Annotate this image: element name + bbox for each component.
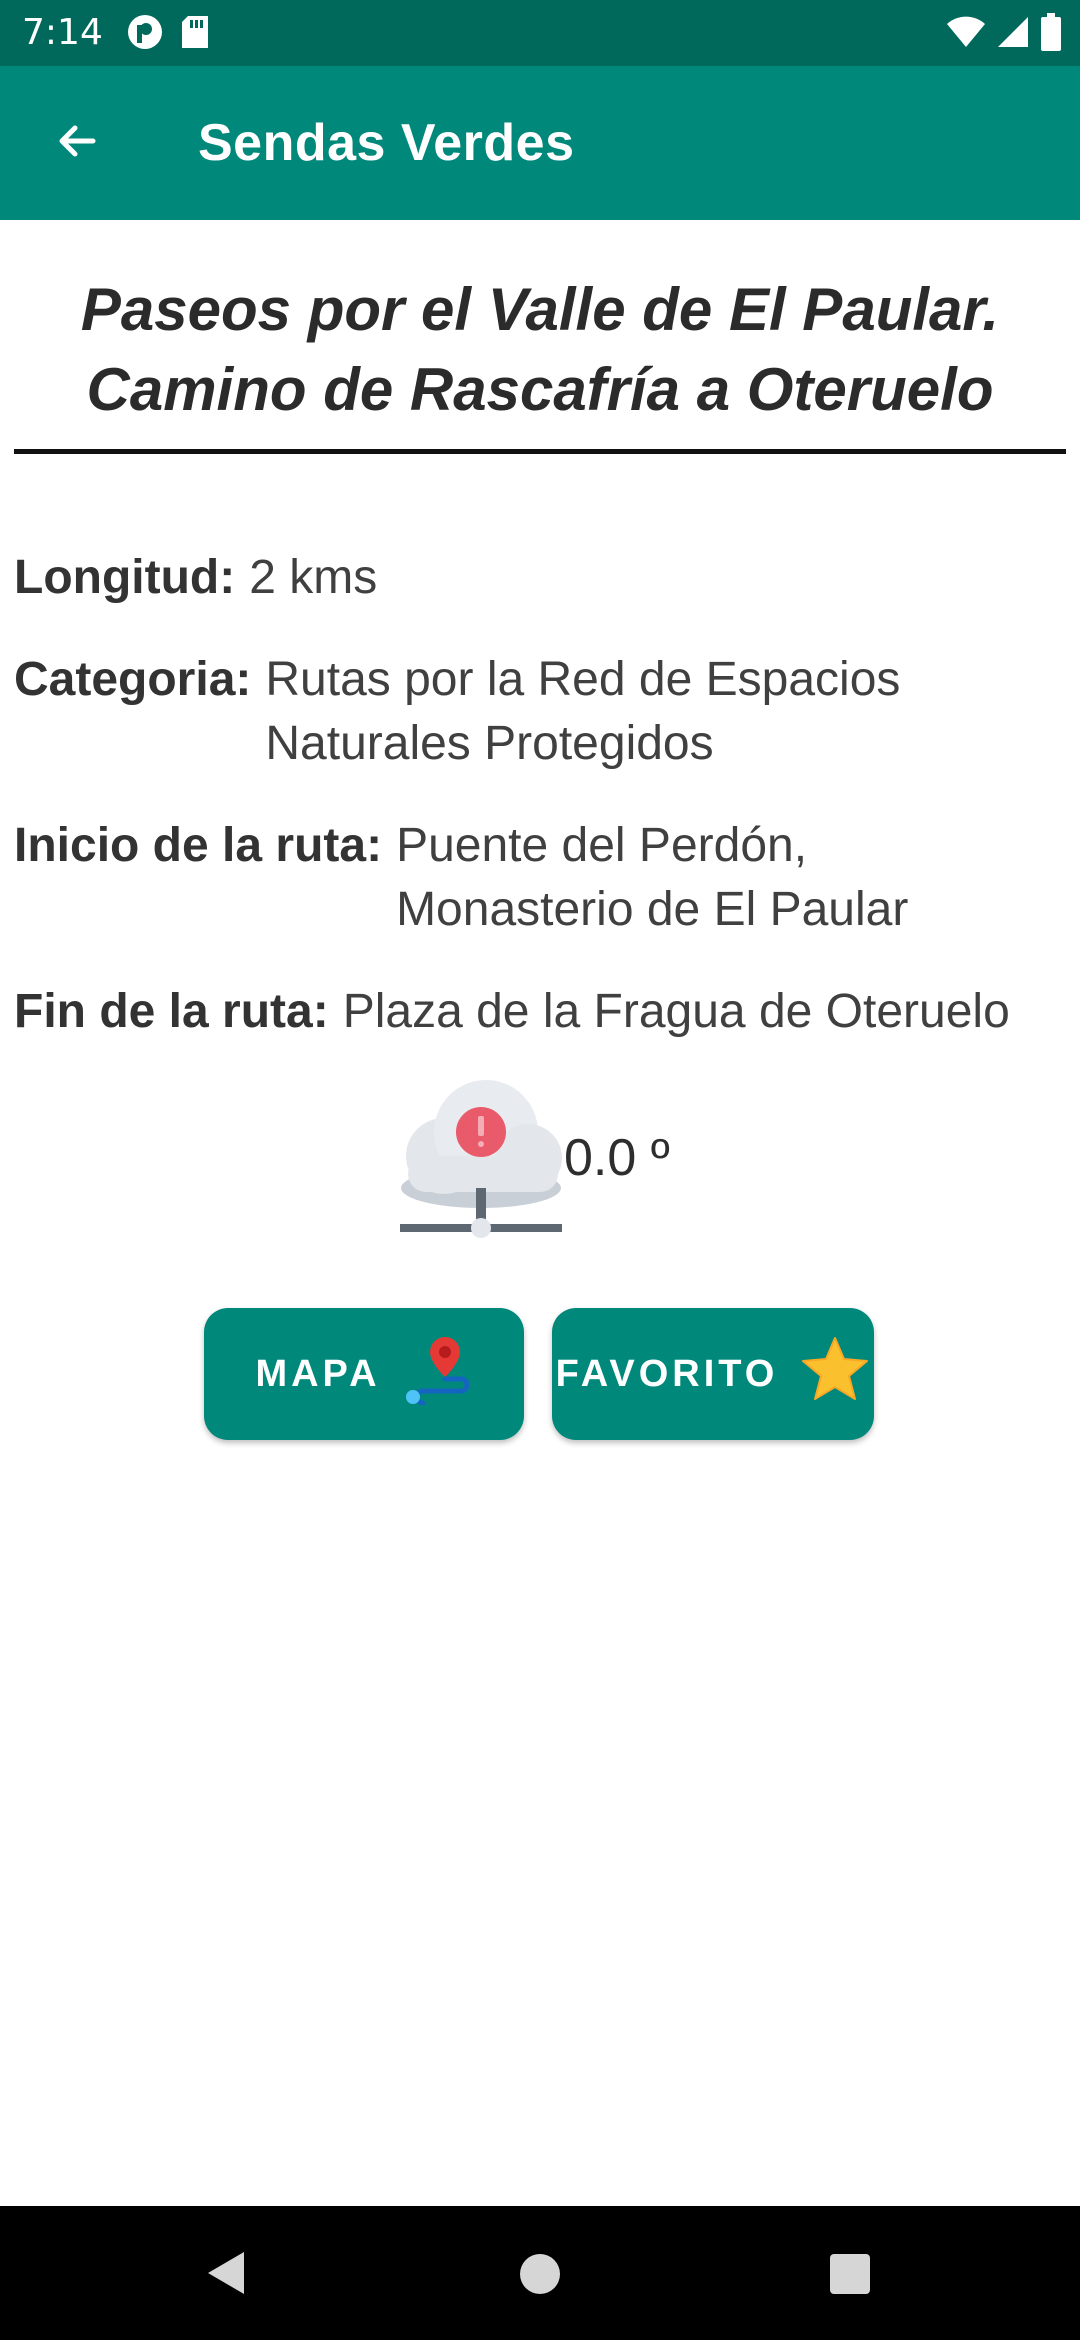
detail-inicio: Inicio de la ruta: Puente del Perdón, Mo… bbox=[14, 814, 1054, 942]
battery-icon bbox=[1040, 12, 1062, 56]
navigation-bar bbox=[0, 2206, 1080, 2340]
map-route-pin-icon bbox=[403, 1333, 473, 1415]
fin-value: Plaza de la Fragua de Oteruelo bbox=[342, 985, 1010, 1038]
wifi-icon bbox=[946, 15, 986, 54]
status-time: 7:14 bbox=[22, 12, 103, 53]
arrow-left-icon bbox=[53, 117, 101, 170]
detail-longitud: Longitud: 2 kms bbox=[14, 546, 1054, 610]
back-button[interactable] bbox=[40, 106, 114, 180]
app-notification-icon bbox=[126, 13, 164, 56]
detail-fin: Fin de la ruta: Plaza de la Fragua de Ot… bbox=[14, 980, 1054, 1044]
temperature-value: 0.0 º bbox=[564, 1129, 670, 1187]
cloud-error-icon bbox=[398, 1070, 564, 1240]
categoria-value: Rutas por la Red de Espacios Naturales P… bbox=[265, 653, 901, 770]
route-title-line-1: Paseos por el Valle de El Paular. bbox=[80, 276, 1000, 343]
mapa-button[interactable]: MAPA bbox=[204, 1308, 524, 1440]
status-right-icons bbox=[946, 12, 1062, 56]
app-bar: Sendas Verdes bbox=[0, 66, 1080, 220]
sd-card-icon bbox=[180, 14, 210, 55]
status-bar: 7:14 bbox=[0, 0, 1080, 66]
detail-categoria: Categoria: Rutas por la Red de Espacios … bbox=[14, 648, 1054, 776]
favorito-button-label: FAVORITO bbox=[555, 1352, 779, 1395]
categoria-label: Categoria: bbox=[14, 653, 252, 706]
nav-home-button[interactable] bbox=[520, 2254, 560, 2294]
nav-recents-button[interactable] bbox=[830, 2254, 870, 2294]
mapa-button-label: MAPA bbox=[255, 1352, 381, 1395]
route-title-line-2: Camino de Rascafría a Oteruelo bbox=[86, 356, 994, 423]
favorito-button[interactable]: FAVORITO bbox=[552, 1308, 874, 1440]
cell-signal-icon bbox=[996, 15, 1030, 54]
longitud-label: Longitud: bbox=[14, 551, 236, 604]
inicio-value: Puente del Perdón, Monasterio de El Paul… bbox=[396, 819, 909, 936]
app-title: Sendas Verdes bbox=[198, 114, 575, 172]
fin-label: Fin de la ruta: bbox=[14, 985, 329, 1038]
route-title: Paseos por el Valle de El Paular. Camino… bbox=[40, 270, 1040, 430]
star-icon bbox=[800, 1335, 870, 1413]
inicio-label: Inicio de la ruta: bbox=[14, 819, 383, 872]
longitud-value: 2 kms bbox=[249, 551, 378, 604]
status-left-icons bbox=[126, 14, 210, 54]
title-divider bbox=[14, 449, 1066, 454]
nav-back-button[interactable] bbox=[204, 2248, 248, 2303]
